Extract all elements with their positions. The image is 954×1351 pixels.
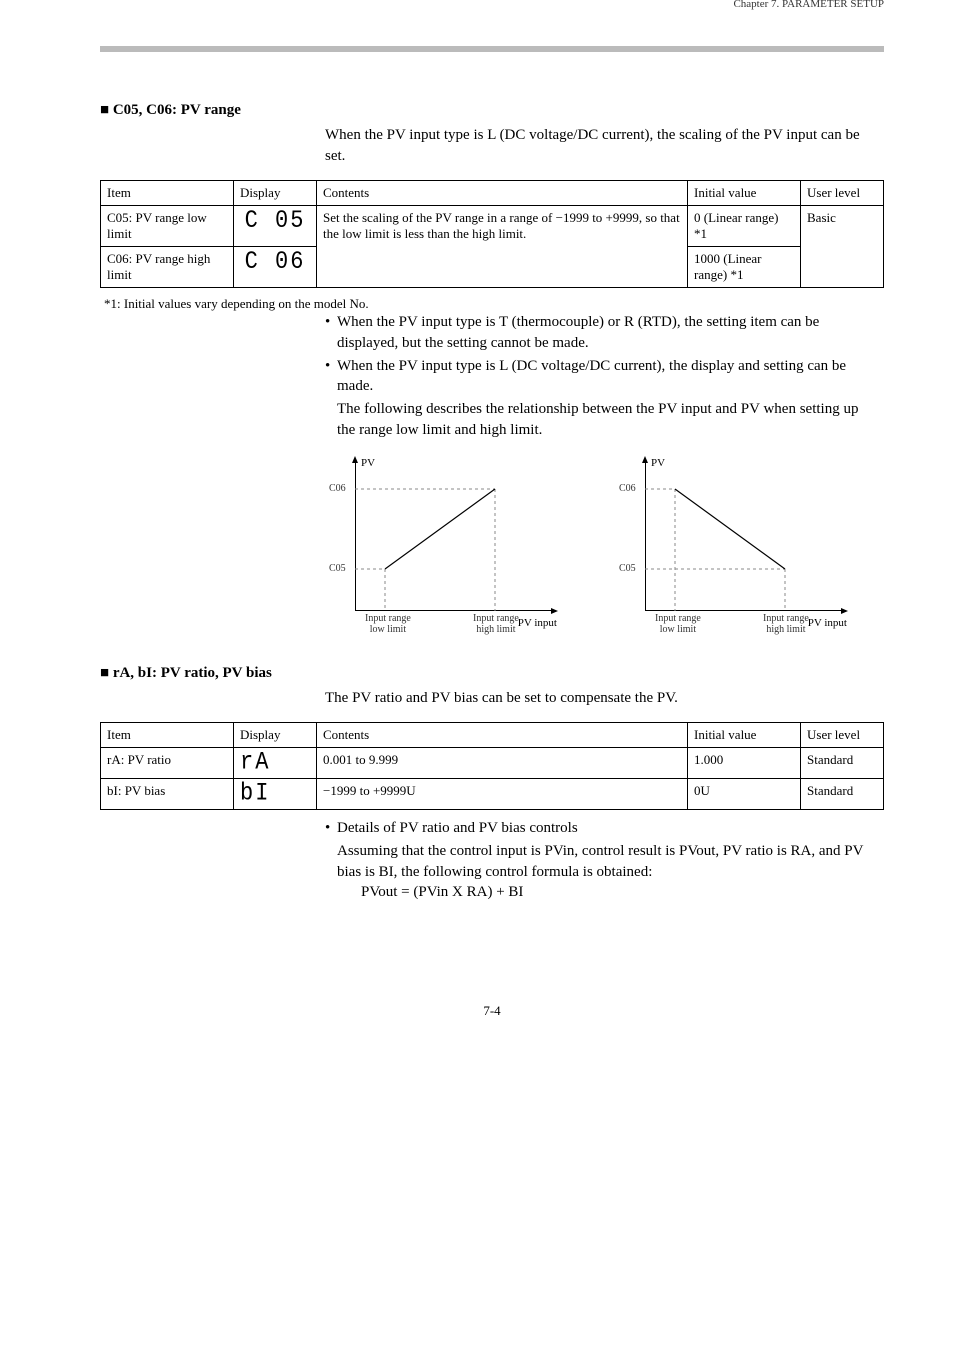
section-rAbi: ■ rA, bI: PV ratio, PV bias The PV ratio…	[100, 665, 884, 903]
cell-initial: 1000 (Linear range) *1	[688, 247, 801, 288]
list-item: • When the PV input type is T (thermocou…	[325, 312, 874, 353]
th-item: Item	[101, 181, 234, 206]
cell-item: C06: PV range high limit	[101, 247, 234, 288]
section-title: ■ C05, C06: PV range	[100, 102, 884, 119]
title-text: rA, bI: PV ratio, PV bias	[113, 665, 272, 681]
th-contents: Contents	[317, 181, 688, 206]
th-initial: Initial value	[688, 181, 801, 206]
cell-contents: −1999 to +9999U	[317, 779, 688, 810]
cell-display: rA	[234, 748, 317, 779]
table-c05c06: Item Display Contents Initial value User…	[100, 180, 884, 288]
cell-item: rA: PV ratio	[101, 748, 234, 779]
section-c05c06: ■ C05, C06: PV range When the PV input t…	[100, 102, 884, 629]
cell-user: Basic	[801, 206, 884, 288]
seg-display: C 05	[245, 209, 306, 234]
cell-display: C 06	[234, 247, 317, 288]
bullet-dot: •	[325, 312, 337, 353]
table-row: bI: PV bias bI −1999 to +9999U 0U Standa…	[101, 779, 884, 810]
page-number: 7-4	[100, 1003, 884, 1019]
list-item: • When the PV input type is L (DC voltag…	[325, 356, 874, 397]
th-initial: Initial value	[688, 723, 801, 748]
tick-high: Input range high limit	[763, 613, 809, 635]
cell-initial: 0U	[688, 779, 801, 810]
bullet-list: • Details of PV ratio and PV bias contro…	[325, 818, 874, 903]
table-rAbi: Item Display Contents Initial value User…	[100, 722, 884, 810]
table-header-row: Item Display Contents Initial value User…	[101, 723, 884, 748]
intro-text: The PV ratio and PV bias can be set to c…	[325, 688, 874, 709]
bullet-text: When the PV input type is L (DC voltage/…	[337, 356, 874, 397]
plot-svg	[615, 459, 845, 629]
tick-high: Input range high limit	[473, 613, 519, 635]
tick-c05: C05	[619, 563, 636, 574]
diagram-pair: PV PV input C06 C05 Input range low limi…	[325, 459, 884, 629]
th-item: Item	[101, 723, 234, 748]
th-display: Display	[234, 181, 317, 206]
header-rule	[100, 46, 884, 52]
table-row: C05: PV range low limit C 05 Set the sca…	[101, 206, 884, 247]
cell-user: Standard	[801, 779, 884, 810]
bullet-dot: •	[325, 818, 337, 839]
cell-item: C05: PV range low limit	[101, 206, 234, 247]
cell-contents: Set the scaling of the PV range in a ran…	[317, 206, 688, 288]
cell-initial: 1.000	[688, 748, 801, 779]
intro-text: When the PV input type is L (DC voltage/…	[325, 125, 874, 166]
th-display: Display	[234, 723, 317, 748]
title-text: C05, C06: PV range	[113, 102, 241, 118]
th-contents: Contents	[317, 723, 688, 748]
th-user: User level	[801, 723, 884, 748]
seg-display: rA	[240, 751, 270, 776]
seg-display: bI	[240, 782, 270, 807]
tick-c06: C06	[619, 483, 636, 494]
followup-text: The following describes the relationship…	[337, 399, 874, 440]
plot-descending: PV PV input C06 C05 Input range low limi…	[615, 459, 845, 629]
bullet-text: When the PV input type is T (thermocoupl…	[337, 312, 874, 353]
plot-ascending: PV PV input C06 C05 Input range low limi…	[325, 459, 555, 629]
tick-c05: C05	[329, 563, 346, 574]
cell-item: bI: PV bias	[101, 779, 234, 810]
tick-low: Input range low limit	[655, 613, 701, 635]
cell-user: Standard	[801, 748, 884, 779]
cell-display: C 05	[234, 206, 317, 247]
table-header-row: Item Display Contents Initial value User…	[101, 181, 884, 206]
tick-low: Input range low limit	[365, 613, 411, 635]
chapter-tag: Chapter 7. PARAMETER SETUP	[100, 0, 884, 10]
tick-c06: C06	[329, 483, 346, 494]
bullet-list: • When the PV input type is T (thermocou…	[325, 312, 874, 440]
bullet-text: Details of PV ratio and PV bias controls	[337, 818, 874, 839]
cell-contents: 0.001 to 9.999	[317, 748, 688, 779]
formula-text: PVout = (PVin X RA) + BI	[361, 882, 874, 903]
th-user: User level	[801, 181, 884, 206]
section-title: ■ rA, bI: PV ratio, PV bias	[100, 665, 884, 682]
cell-initial: 0 (Linear range) *1	[688, 206, 801, 247]
table-row: rA: PV ratio rA 0.001 to 9.999 1.000 Sta…	[101, 748, 884, 779]
seg-display: C 06	[245, 250, 306, 275]
list-item: • Details of PV ratio and PV bias contro…	[325, 818, 874, 839]
cell-display: bI	[234, 779, 317, 810]
detail-text: Assuming that the control input is PVin,…	[337, 841, 874, 882]
plot-svg	[325, 459, 555, 629]
table-footnote: *1: Initial values vary depending on the…	[104, 296, 884, 312]
bullet-dot: •	[325, 356, 337, 397]
